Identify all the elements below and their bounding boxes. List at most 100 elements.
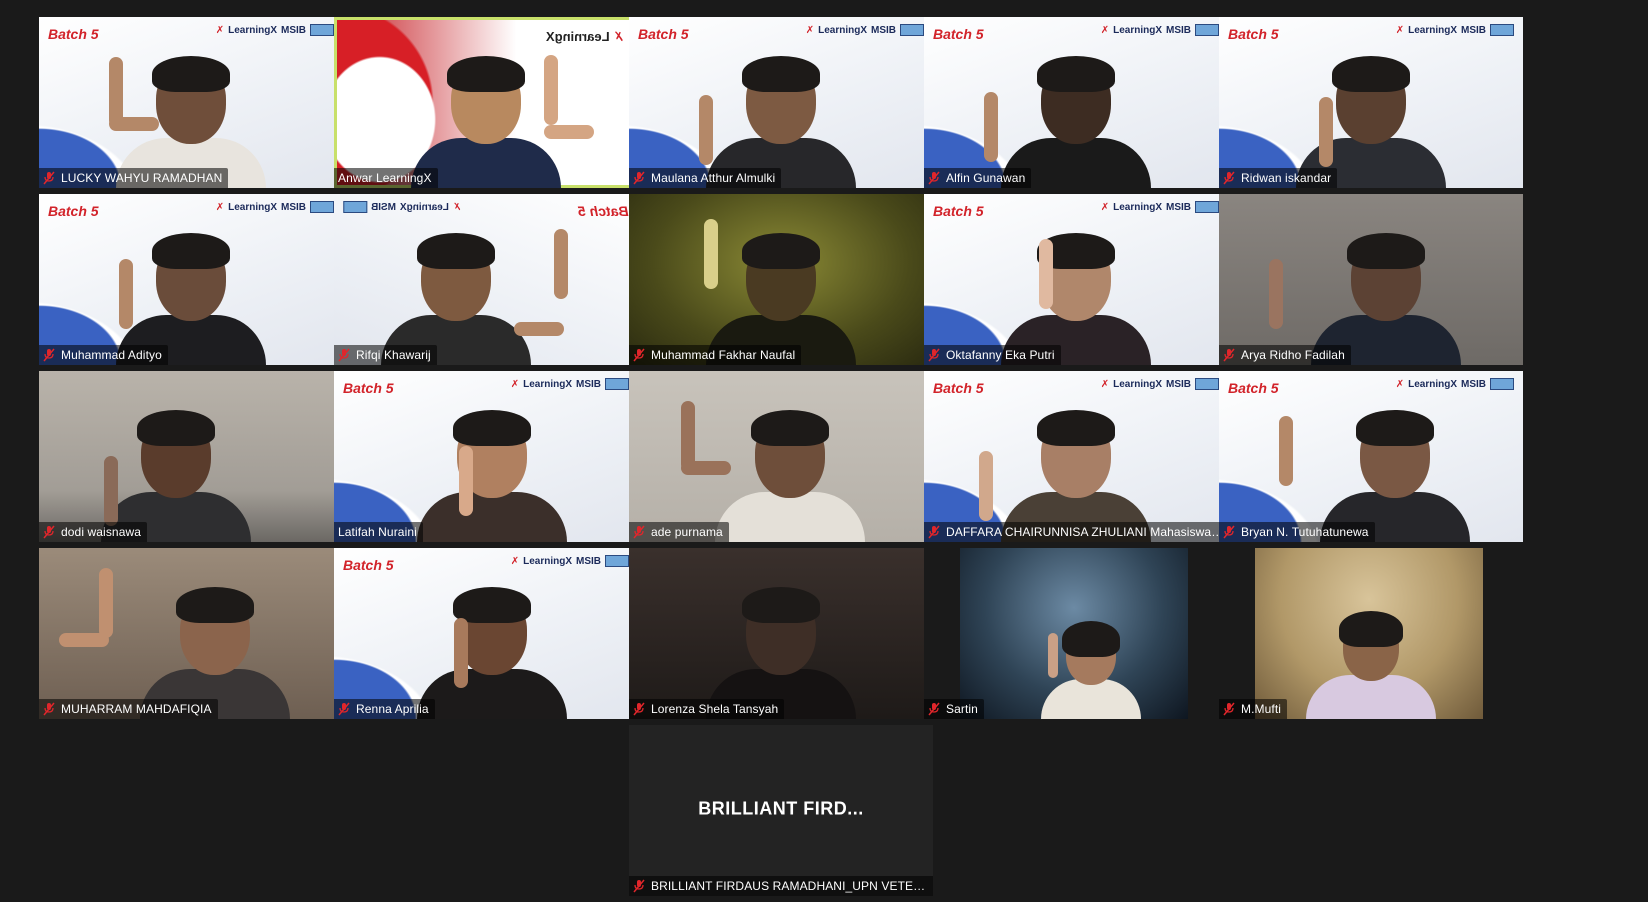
name-label: Bryan N. Tutuhatunewa — [1219, 522, 1375, 542]
participant-name: DAFFARA CHAIRUNNISA ZHULIANI Mahasiswa .… — [946, 525, 1224, 539]
name-label: Maulana Atthur Almulki — [629, 168, 782, 188]
participant-name: Oktafanny Eka Putri — [946, 348, 1055, 362]
hand-gesture — [109, 117, 159, 131]
participant-name: Muhammad Fakhar Naufal — [651, 348, 796, 362]
participant-tile-active-speaker[interactable]: ✗ LearningX Anwar LearningX — [334, 17, 638, 188]
hand-gesture — [979, 451, 993, 521]
participant-name: Sartin — [946, 702, 978, 716]
participant-name: Anwar LearningX — [338, 171, 432, 185]
hand-gesture — [699, 95, 713, 165]
name-label: Renna Aprilia — [334, 699, 435, 719]
hand-gesture — [1039, 239, 1053, 309]
mic-muted-icon — [928, 348, 940, 362]
batch-label: Batch 5 — [48, 203, 99, 219]
name-label: Rifqi Khawarij — [334, 345, 437, 365]
participant-display-name: BRILLIANT FIRD... — [698, 797, 864, 818]
mic-muted-icon — [43, 525, 55, 539]
brand-logos: ✗ LearningX MSIB — [1101, 201, 1219, 213]
mic-muted-icon — [1223, 702, 1235, 716]
participant-tile[interactable]: Muhammad Fakhar Naufal — [629, 194, 933, 365]
participant-tile[interactable]: Batch 5 ✗ LearningX MSIB Muhammad Adityo — [39, 194, 343, 365]
mic-muted-icon — [633, 171, 645, 185]
name-label: M.Mufti — [1219, 699, 1288, 719]
batch-label: Batch 5 — [933, 203, 984, 219]
participant-name: Alfin Gunawan — [946, 171, 1026, 185]
name-label: BRILLIANT FIRDAUS RAMADHANI_UPN VETER... — [629, 876, 933, 896]
participant-tile[interactable]: Batch 5 ✗ LearningX MSIB Oktafanny Eka Put… — [924, 194, 1228, 365]
participant-tile[interactable]: Batch 5 ✗ LearningX MSIB Ridwan iskandar — [1219, 17, 1523, 188]
name-label: Sartin — [924, 699, 984, 719]
participant-tile[interactable]: ade purnama — [629, 371, 933, 542]
participant-tile[interactable]: Batch 5 ✗ LearningX MSIB DAFFARA CHAIRUNNI… — [924, 371, 1228, 542]
name-label: Anwar LearningX — [334, 168, 438, 188]
participant-tile[interactable]: M.Mufti — [1219, 548, 1523, 719]
participant-tile[interactable]: Arya Ridho Fadilah — [1219, 194, 1523, 365]
participant-tile[interactable]: Lorenza Shela Tansyah — [629, 548, 933, 719]
participant-name: Muhammad Adityo — [61, 348, 162, 362]
mic-muted-icon — [1223, 171, 1235, 185]
hand-gesture — [1048, 633, 1058, 678]
participant-video — [715, 410, 866, 542]
brand-logos: ✗ LearningX MSIB — [216, 24, 334, 36]
batch-label: Batch 5 — [638, 26, 689, 42]
participant-tile[interactable]: Batch 5 ✗ LearningX MSIB Alfin Gunawan — [924, 17, 1228, 188]
participant-tile[interactable]: MUHARRAM MAHDAFIQIA — [39, 548, 343, 719]
name-label: Muhammad Adityo — [39, 345, 168, 365]
participant-tile[interactable]: Batch 5 ✗ LearningX MSIB Bryan N. Tutuhatu… — [1219, 371, 1523, 542]
video-gallery: Batch 5 ✗ LearningX MSIB LUCKY WAHYU RAMAD… — [0, 0, 1648, 902]
participant-tile[interactable]: Sartin — [924, 548, 1228, 719]
participant-tile-video-off[interactable]: BRILLIANT FIRD... BRILLIANT FIRDAUS RAMA… — [629, 725, 933, 896]
mic-muted-icon — [633, 879, 645, 893]
hand-gesture — [1269, 259, 1283, 329]
participant-tile[interactable]: Batch 5 ✗ LearningX MSIB Latifah Nuraini — [334, 371, 638, 542]
mic-muted-icon — [43, 348, 55, 362]
brand-logos: ✗ LearningX MSIB — [806, 24, 924, 36]
mic-muted-icon — [1223, 525, 1235, 539]
mic-muted-icon — [633, 525, 645, 539]
batch-label: Batch 5 — [48, 26, 99, 42]
participant-name: MUHARRAM MAHDAFIQIA — [61, 702, 212, 716]
hand-gesture — [704, 219, 718, 289]
name-label: LUCKY WAHYU RAMADHAN — [39, 168, 229, 188]
learningx-logo: ✗ LearningX — [545, 29, 624, 44]
mic-muted-icon — [633, 348, 645, 362]
batch-label: Batch 5 — [343, 380, 394, 396]
participant-name: ade purnama — [651, 525, 723, 539]
batch-label: Batch 5 — [933, 26, 984, 42]
name-label: ade purnama — [629, 522, 729, 542]
hand-gesture — [984, 92, 998, 162]
participant-tile[interactable]: Batch 5 ✗ LearningX MSIB Maulana Atthur Al… — [629, 17, 933, 188]
participant-video — [417, 587, 568, 719]
participant-tile[interactable]: Batch 5 ✗ LearningX MSIB Rifqi Khawarij — [334, 194, 638, 365]
batch-label: Batch 5 — [343, 557, 394, 573]
participant-tile[interactable]: dodi waisnawa — [39, 371, 343, 542]
participant-video — [417, 410, 568, 542]
hand-gesture — [119, 259, 133, 329]
hand-gesture — [104, 456, 118, 526]
participant-name: Lorenza Shela Tansyah — [651, 702, 779, 716]
hand-gesture — [59, 633, 109, 647]
hand-gesture — [1279, 416, 1293, 486]
name-label: MUHARRAM MAHDAFIQIA — [39, 699, 218, 719]
name-label: Oktafanny Eka Putri — [924, 345, 1061, 365]
mic-muted-icon — [338, 348, 350, 362]
participant-name: BRILLIANT FIRDAUS RAMADHANI_UPN VETER... — [651, 879, 929, 893]
participant-tile[interactable]: Batch 5 ✗ LearningX MSIB Renna Aprilia — [334, 548, 638, 719]
participant-name: Renna Aprilia — [356, 702, 429, 716]
batch-label: Batch 5 — [1228, 26, 1279, 42]
participant-name: LUCKY WAHYU RAMADHAN — [61, 171, 223, 185]
brand-logos: ✗ LearningX MSIB — [1101, 378, 1219, 390]
brand-logos: ✗ LearningX MSIB — [1396, 378, 1514, 390]
participant-name: Latifah Nuraini — [338, 525, 417, 539]
participant-tile[interactable]: Batch 5 ✗ LearningX MSIB LUCKY WAHYU RAMAD… — [39, 17, 343, 188]
participant-video — [1306, 611, 1436, 719]
participant-name: Rifqi Khawarij — [356, 348, 431, 362]
hand-gesture — [544, 55, 558, 125]
mic-muted-icon — [338, 702, 350, 716]
brand-logos: ✗ LearningX MSIB — [1396, 24, 1514, 36]
brand-logos: ✗ LearningX MSIB — [511, 555, 629, 567]
name-label: dodi waisnawa — [39, 522, 148, 542]
batch-label: Batch 5 — [933, 380, 984, 396]
hand-gesture — [514, 322, 564, 336]
hand-gesture — [99, 568, 113, 638]
